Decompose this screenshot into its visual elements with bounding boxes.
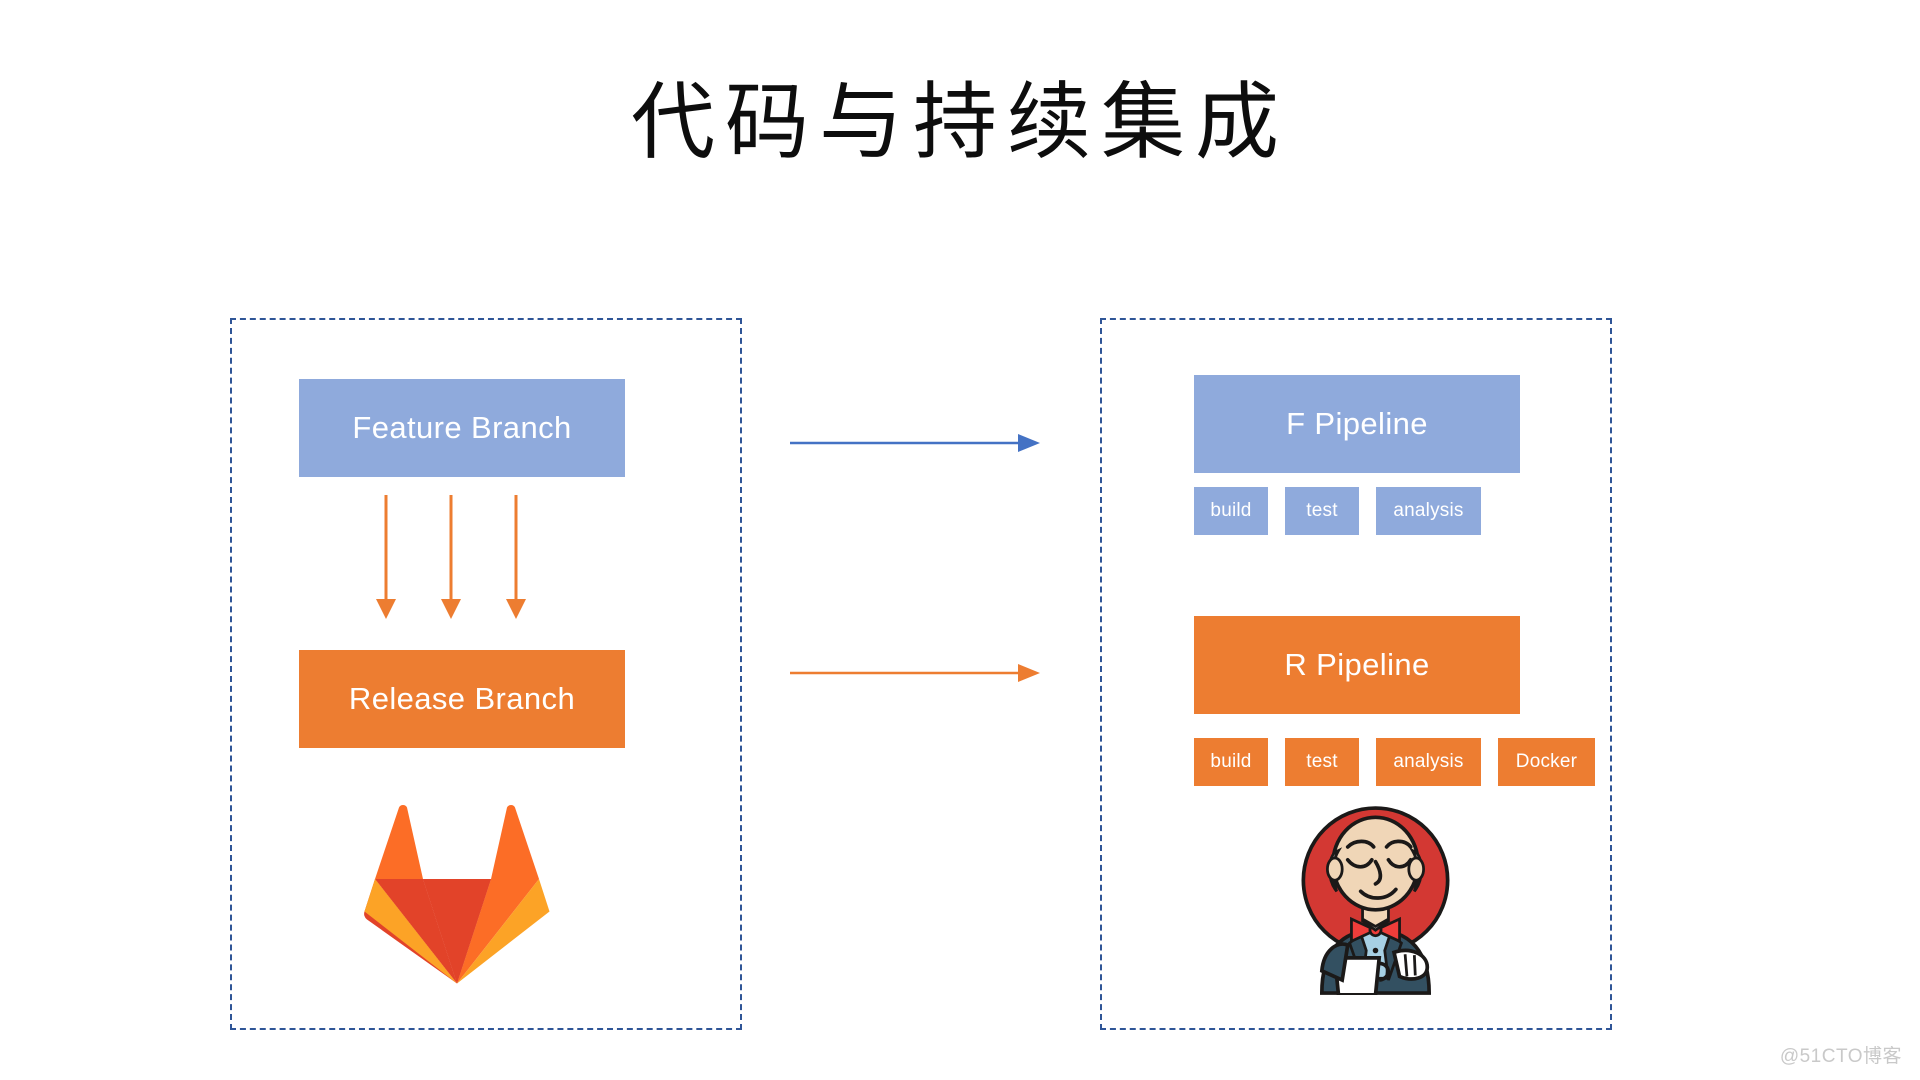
stage-label: test bbox=[1306, 500, 1338, 521]
f-pipeline-box[interactable]: F Pipeline bbox=[1194, 375, 1520, 473]
r-pipeline-stage-analysis[interactable]: analysis bbox=[1376, 738, 1481, 786]
stage-label: analysis bbox=[1393, 500, 1464, 521]
f-pipeline-stage-build[interactable]: build bbox=[1194, 487, 1268, 535]
stage-label: Docker bbox=[1515, 751, 1578, 772]
stage-label: analysis bbox=[1393, 751, 1464, 772]
stage-label: build bbox=[1210, 500, 1252, 521]
watermark: @51CTO博客 bbox=[1779, 1046, 1902, 1067]
f-pipeline-stage-test[interactable]: test bbox=[1285, 487, 1359, 535]
feature-to-f-pipeline-arrow bbox=[790, 434, 1040, 452]
r-pipeline-box[interactable]: R Pipeline bbox=[1194, 616, 1520, 714]
release-branch-label: Release Branch bbox=[348, 681, 576, 716]
feature-branch-box[interactable]: Feature Branch bbox=[299, 379, 625, 477]
stage-label: test bbox=[1306, 751, 1338, 772]
r-pipeline-stage-test[interactable]: test bbox=[1285, 738, 1359, 786]
release-to-r-pipeline-arrow bbox=[790, 664, 1040, 682]
r-pipeline-stage-build[interactable]: build bbox=[1194, 738, 1268, 786]
page-title: 代码与持续集成 bbox=[630, 77, 1289, 170]
feature-branch-label: Feature Branch bbox=[352, 410, 572, 445]
jenkins-logo bbox=[1301, 806, 1450, 995]
r-pipeline-stage-docker[interactable]: Docker bbox=[1498, 738, 1595, 786]
f-pipeline-label: F Pipeline bbox=[1286, 406, 1428, 441]
merge-arrows-group bbox=[376, 495, 526, 619]
gitlab-logo bbox=[364, 805, 550, 984]
f-pipeline-stage-analysis[interactable]: analysis bbox=[1376, 487, 1481, 535]
stage-label: build bbox=[1210, 751, 1252, 772]
r-pipeline-label: R Pipeline bbox=[1284, 647, 1430, 682]
release-branch-box[interactable]: Release Branch bbox=[299, 650, 625, 748]
